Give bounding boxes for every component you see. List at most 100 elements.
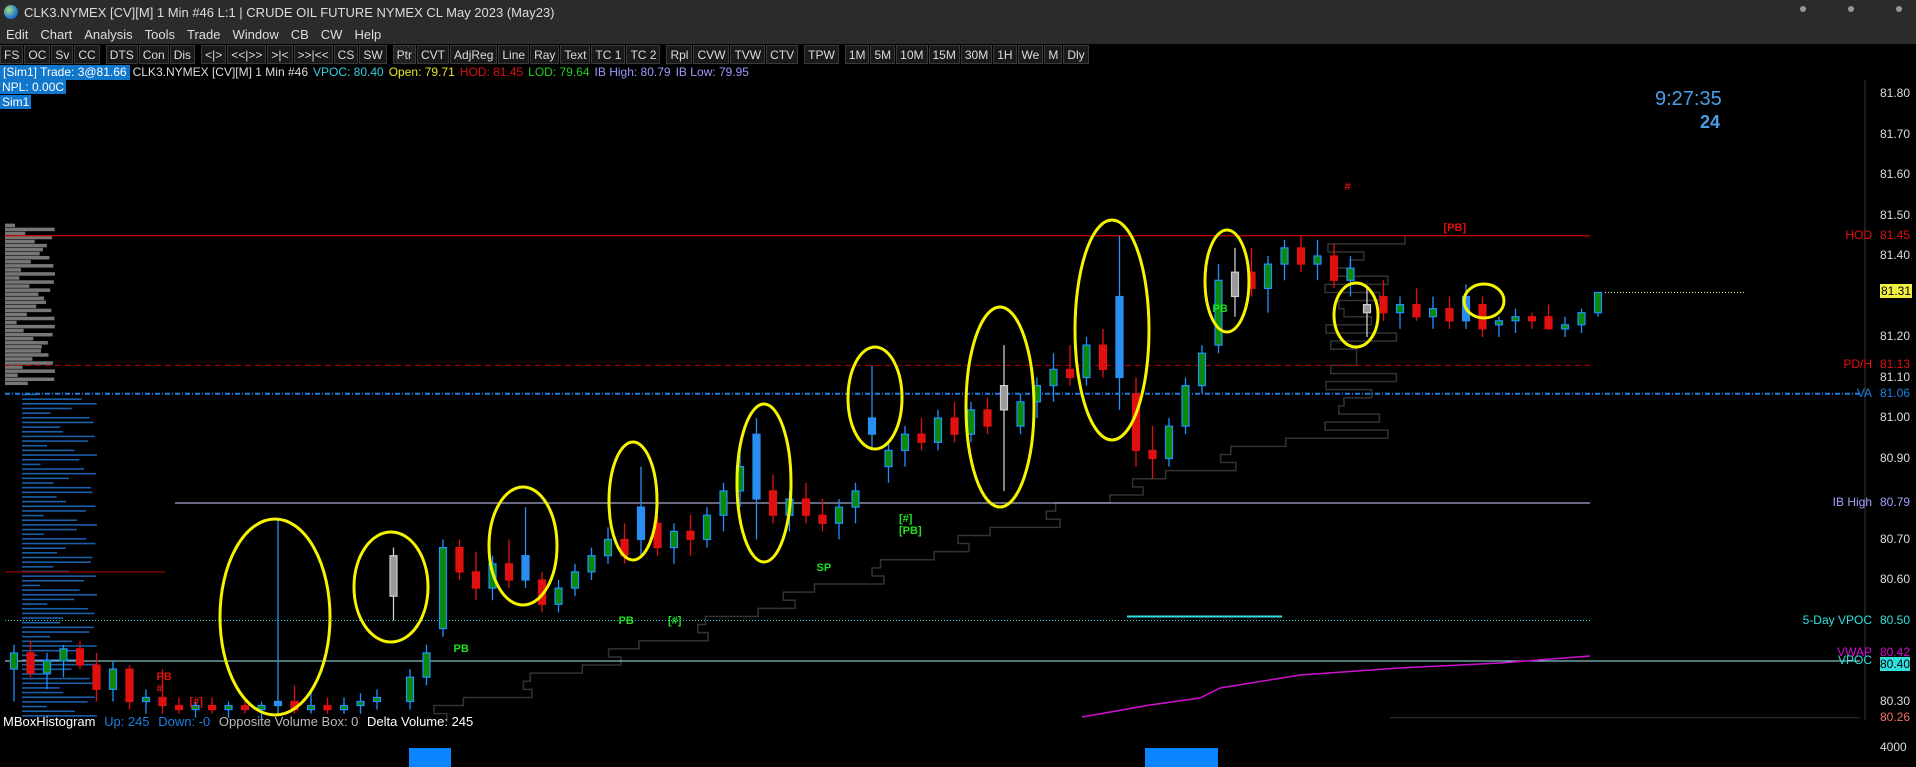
- candle-body: [636, 506, 646, 541]
- left-profile-bar: [5, 345, 42, 349]
- candle-body: [174, 704, 184, 711]
- left-profile-bar: [5, 337, 34, 341]
- candle-body: [702, 514, 712, 541]
- price-chart[interactable]: [0, 0, 1916, 767]
- left-profile-bar: [22, 486, 92, 489]
- candle-body: [1346, 267, 1355, 281]
- left-profile-bar: [5, 256, 50, 260]
- vpoc-label: VPOC: 80.40: [313, 65, 384, 79]
- marker-value: 81.13: [1880, 357, 1911, 372]
- left-profile-bar: [5, 251, 40, 256]
- left-profile-bar: [22, 538, 87, 540]
- marker-label: VA: [1856, 385, 1872, 400]
- candle-body: [669, 530, 679, 549]
- candle-body: [323, 704, 332, 711]
- left-profile-bar: [5, 264, 54, 268]
- annotation-circle: [218, 517, 332, 717]
- left-profile-bar: [5, 227, 55, 232]
- left-profile-bar: [5, 292, 39, 296]
- signal-label: #: [156, 683, 163, 696]
- candle-body: [1164, 425, 1174, 460]
- candle-body: [75, 648, 85, 666]
- price-tick: 81.40: [1880, 248, 1911, 262]
- left-profile-bar: [22, 444, 47, 447]
- candle-body: [1379, 295, 1388, 314]
- left-profile-bar: [5, 312, 27, 317]
- left-profile-bar: [5, 349, 41, 353]
- left-profile-bar: [22, 412, 51, 414]
- left-profile-bar: [22, 514, 44, 517]
- price-tick: 81.80: [1880, 86, 1911, 100]
- clock-time: 9:27:35: [1655, 88, 1722, 110]
- left-profile-bar: [22, 626, 94, 629]
- low-price-tag: 80.26: [1880, 709, 1911, 724]
- candle-body: [389, 555, 398, 597]
- signal-label: [#]: [189, 695, 203, 708]
- mbox-histogram-status: MBoxHistogram Up: 245 Down: -0 Opposite …: [3, 714, 478, 729]
- left-profile-bar: [22, 645, 97, 647]
- candle-body: [1049, 368, 1058, 387]
- annotation-circle: [487, 485, 559, 607]
- left-profile-bar: [22, 449, 75, 452]
- left-profile-bar: [22, 607, 88, 610]
- left-profile-bar: [5, 377, 55, 381]
- left-profile-bar: [22, 421, 94, 424]
- candle-body: [818, 514, 827, 524]
- candle-body: [1362, 304, 1372, 314]
- candle-body: [1527, 316, 1537, 322]
- left-profile-bar: [5, 268, 21, 272]
- candle-body: [471, 571, 481, 589]
- candle-body: [752, 433, 761, 500]
- candle-body: [1593, 291, 1603, 314]
- marker-value: 81.45: [1880, 227, 1911, 242]
- left-profile-bar: [22, 580, 84, 582]
- candle-body: [273, 700, 283, 707]
- candle-body: [372, 696, 382, 703]
- candle-body: [1577, 312, 1586, 326]
- candle-body: [1065, 368, 1075, 379]
- candle-body: [933, 417, 943, 443]
- candle-body: [1230, 271, 1240, 298]
- candle-body: [983, 409, 992, 427]
- left-profile-bar: [22, 705, 47, 708]
- left-profile-bar: [22, 566, 54, 568]
- left-profile-bar: [22, 603, 48, 605]
- candle-body: [257, 704, 266, 711]
- candle-body: [339, 704, 349, 711]
- candle-body: [455, 546, 464, 573]
- candle-body: [1181, 385, 1190, 427]
- left-profile-bar: [22, 687, 60, 689]
- left-profile-bar: [22, 612, 95, 615]
- signal-label: PB: [618, 614, 634, 627]
- left-profile-bar: [22, 519, 78, 522]
- price-tick: 81.60: [1880, 167, 1911, 181]
- candle-body: [224, 704, 233, 711]
- left-profile-bar: [22, 524, 97, 526]
- left-profile-bar: [22, 426, 60, 428]
- left-profile-bar: [22, 458, 80, 461]
- left-profile-bar: [22, 440, 88, 442]
- sim-account-label[interactable]: Sim1: [0, 95, 32, 109]
- ib-high-label: IB High: 80.79: [594, 65, 671, 79]
- left-profile-bar: [5, 361, 53, 365]
- left-profile-bar: [22, 533, 44, 536]
- vwap-line: [1081, 655, 1591, 718]
- signal-label: [PB]: [899, 525, 922, 538]
- candle-body: [141, 696, 151, 703]
- candle-body: [521, 555, 530, 581]
- candle-body: [1148, 449, 1157, 460]
- symbol-label: CLK3.NYMEX [CV][M] 1 Min #46: [132, 65, 308, 79]
- left-profile-bar: [5, 320, 17, 325]
- candle-body: [1544, 316, 1553, 330]
- left-profile-bar: [22, 556, 93, 559]
- left-profile-bar: [5, 239, 35, 244]
- marker-value: 80.50: [1880, 612, 1911, 627]
- signal-label: [#]: [899, 513, 913, 526]
- marker-label: 5-Day VPOC: [1802, 612, 1872, 627]
- left-profile-bar: [22, 435, 95, 438]
- candle-body: [405, 676, 415, 703]
- candle-body: [356, 700, 365, 707]
- left-profile-bar: [5, 369, 55, 373]
- candle-body: [867, 417, 877, 435]
- left-profile-bar: [22, 561, 91, 563]
